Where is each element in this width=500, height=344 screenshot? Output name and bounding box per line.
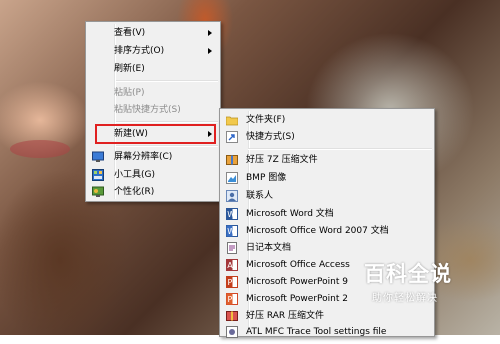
submenu-item-label: 联系人 xyxy=(246,191,274,201)
shortcut-icon xyxy=(226,131,238,143)
word-2007-doc-icon: W xyxy=(226,225,238,237)
bmp-image-icon xyxy=(226,172,238,184)
submenu-item-word-2007-doc[interactable]: W Microsoft Office Word 2007 文档 xyxy=(222,223,432,239)
submenu-item-label: 好压 RAR 压缩文件 xyxy=(246,311,325,321)
personalize-icon xyxy=(92,186,104,198)
menu-item-label: 小工具(G) xyxy=(114,170,155,180)
annotation-highlight-box xyxy=(95,124,216,144)
submenu-item-label: Microsoft PowerPoint 9 xyxy=(246,277,348,287)
submenu-item-haozip-7z[interactable]: 好压 7Z 压缩文件 xyxy=(222,152,432,168)
menu-separator xyxy=(116,121,218,123)
gadgets-icon xyxy=(92,169,104,181)
svg-text:P: P xyxy=(228,295,233,304)
menu-item-label: 刷新(E) xyxy=(114,64,145,74)
menu-item-label: 粘贴快捷方式(S) xyxy=(114,105,181,115)
menu-item-refresh[interactable]: 刷新(E) xyxy=(88,61,218,77)
haozip-7z-icon xyxy=(226,154,238,166)
submenu-item-label: BMP 图像 xyxy=(246,173,287,183)
svg-text:W: W xyxy=(227,227,235,236)
submenu-item-label: 日记本文档 xyxy=(246,243,292,253)
access-icon: A xyxy=(226,259,238,271)
submenu-item-label: Microsoft Office Access xyxy=(246,260,350,270)
submenu-item-journal-doc[interactable]: 日记本文档 xyxy=(222,240,432,256)
menu-item-label: 查看(V) xyxy=(114,28,146,38)
journal-doc-icon xyxy=(226,242,238,254)
submenu-item-label: 好压 7Z 压缩文件 xyxy=(246,155,318,165)
submenu-arrow-icon xyxy=(208,30,212,36)
svg-text:P: P xyxy=(228,278,233,287)
submenu-item-label: Microsoft PowerPoint 2 xyxy=(246,294,348,304)
submenu-arrow-icon xyxy=(208,48,212,54)
menu-item-label: 屏幕分辨率(C) xyxy=(114,152,173,162)
menu-item-gadgets[interactable]: 小工具(G) xyxy=(88,167,218,183)
menu-item-paste: 粘贴(P) xyxy=(88,85,218,101)
menu-separator xyxy=(116,145,218,147)
submenu-item-label: 快捷方式(S) xyxy=(246,132,295,142)
menu-item-personalize[interactable]: 个性化(R) xyxy=(88,184,218,200)
submenu-item-label: 文件夹(F) xyxy=(246,115,286,125)
submenu-item-bmp-image[interactable]: BMP 图像 xyxy=(222,170,432,186)
submenu-item-shortcut[interactable]: 快捷方式(S) xyxy=(222,129,432,145)
submenu-item-word-doc[interactable]: W Microsoft Word 文档 xyxy=(222,206,432,222)
submenu-item-haozip-rar[interactable]: 好压 RAR 压缩文件 xyxy=(222,308,432,324)
powerpoint-icon: P xyxy=(226,276,238,288)
menu-item-label: 个性化(R) xyxy=(114,187,155,197)
contact-icon xyxy=(226,190,238,202)
wallpaper-detail xyxy=(10,140,70,158)
submenu-item-label: Microsoft Word 文档 xyxy=(246,209,334,219)
word-doc-icon: W xyxy=(226,208,238,220)
submenu-item-atl-mfc-settings[interactable]: ATL MFC Trace Tool settings file xyxy=(222,324,432,340)
menu-item-label: 排序方式(O) xyxy=(114,46,165,56)
screen-resolution-icon xyxy=(92,151,104,163)
submenu-item-contact[interactable]: 联系人 xyxy=(222,188,432,204)
menu-item-paste-shortcut: 粘贴快捷方式(S) xyxy=(88,102,218,118)
haozip-rar-icon xyxy=(226,310,238,322)
atl-mfc-settings-icon xyxy=(226,326,238,338)
menu-item-screen-resolution[interactable]: 屏幕分辨率(C) xyxy=(88,149,218,165)
desktop-context-menu: 查看(V) 排序方式(O) 刷新(E) 粘贴(P) 粘贴快捷方式(S) 新建(W… xyxy=(85,21,221,202)
submenu-item-label: ATL MFC Trace Tool settings file xyxy=(246,327,387,337)
submenu-item-label: Microsoft Office Word 2007 文档 xyxy=(246,226,389,236)
menu-separator xyxy=(116,80,218,82)
menu-item-label: 粘贴(P) xyxy=(114,88,145,98)
menu-separator xyxy=(248,148,432,150)
menu-item-sort-by[interactable]: 排序方式(O) xyxy=(88,43,218,59)
powerpoint-2007-icon: P xyxy=(226,293,238,305)
watermark-title: 百科全说 xyxy=(364,262,452,286)
watermark: 百科全说 助你轻松解决 xyxy=(358,258,468,310)
watermark-subtitle: 助你轻松解决 xyxy=(372,293,438,304)
folder-icon xyxy=(225,114,239,126)
menu-item-view[interactable]: 查看(V) xyxy=(88,25,218,41)
submenu-item-folder[interactable]: 文件夹(F) xyxy=(222,112,432,128)
svg-text:W: W xyxy=(227,210,235,219)
svg-text:A: A xyxy=(227,261,233,270)
